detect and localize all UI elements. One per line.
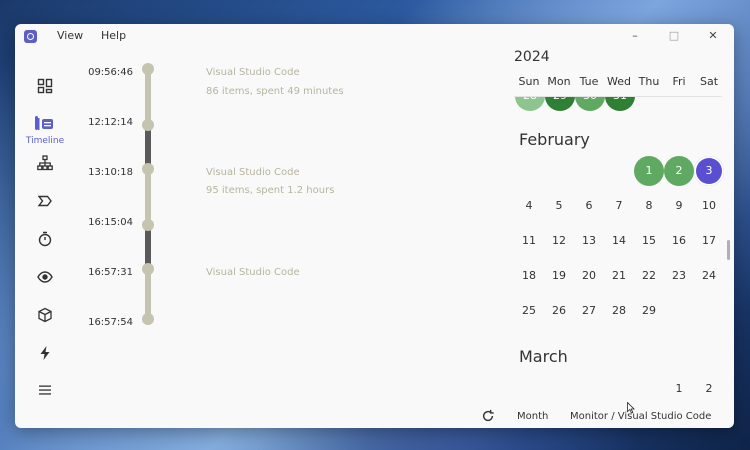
view-mode-selector[interactable]: Month — [517, 411, 548, 422]
sidebar-item-menu[interactable] — [29, 378, 61, 402]
timeline-icon — [38, 118, 53, 130]
weekday-label: Fri — [672, 75, 686, 88]
calendar-day[interactable]: 26 — [544, 296, 574, 326]
weekday-label: Sat — [699, 75, 719, 88]
calendar-day[interactable]: 8 — [634, 191, 664, 221]
calendar-day[interactable]: 13 — [574, 226, 604, 256]
timeline-dot[interactable] — [142, 219, 154, 231]
timeline-time: 13:10:18 — [88, 167, 133, 178]
january-partial-row: 28 29 30 31 — [505, 97, 734, 111]
filter-breadcrumb[interactable]: Monitor / Visual Studio Code — [570, 411, 711, 422]
timeline-entry-summary: 86 items, spent 49 minutes — [206, 86, 344, 97]
timeline-entry-title[interactable]: Visual Studio Code — [206, 267, 300, 278]
calendar-day[interactable]: 28 — [515, 97, 545, 111]
app-window: View Help – □ ✕ Timeline 09:56:46 12:12:… — [15, 24, 734, 428]
calendar-day[interactable]: 21 — [604, 261, 634, 291]
menu-help[interactable]: Help — [101, 29, 126, 42]
timeline-entry-title[interactable]: Visual Studio Code — [206, 67, 300, 78]
calendar-day[interactable]: 20 — [574, 261, 604, 291]
sidebar-item-packages[interactable] — [29, 303, 61, 327]
month-title-march: March — [519, 347, 568, 366]
calendar-day[interactable]: 31 — [605, 97, 635, 111]
timeline-time: 16:57:54 — [88, 317, 133, 328]
title-bar: View Help – □ ✕ — [15, 24, 734, 48]
calendar-scrollbar[interactable] — [727, 240, 730, 260]
sidebar-item-hierarchy[interactable] — [29, 151, 61, 175]
weekday-label: Wed — [607, 75, 631, 88]
calendar-day[interactable]: 6 — [574, 191, 604, 221]
calendar-day[interactable]: 1 — [664, 374, 694, 404]
sidebar-item-timeline-label: Timeline — [25, 136, 65, 146]
calendar-day[interactable]: 15 — [634, 226, 664, 256]
calendar-day[interactable]: 2 — [694, 374, 724, 404]
calendar-day[interactable]: 16 — [664, 226, 694, 256]
timeline-dot[interactable] — [142, 63, 154, 75]
timeline-dot[interactable] — [142, 263, 154, 275]
lightning-icon — [40, 346, 50, 360]
minimize-button[interactable]: – — [621, 27, 649, 45]
calendar-day[interactable]: 29 — [545, 97, 575, 111]
timeline-time: 09:56:46 — [88, 67, 133, 78]
hamburger-icon — [39, 385, 51, 395]
calendar-day[interactable]: 27 — [574, 296, 604, 326]
mouse-cursor-icon — [627, 402, 635, 414]
calendar-year: 2024 — [514, 49, 550, 65]
calendar-day[interactable]: 30 — [575, 97, 605, 111]
app-logo-icon — [24, 30, 37, 43]
timeline-time: 12:12:14 — [88, 117, 133, 128]
timeline-dot[interactable] — [142, 163, 154, 175]
timeline-segment — [145, 169, 151, 225]
weekday-label: Tue — [579, 75, 599, 88]
month-title-february: February — [519, 130, 590, 149]
timeline-segment — [145, 269, 151, 319]
stopwatch-icon — [38, 231, 52, 247]
hierarchy-icon — [37, 155, 53, 171]
calendar-day[interactable]: 9 — [664, 191, 694, 221]
calendar-day[interactable]: 23 — [664, 261, 694, 291]
close-button[interactable]: ✕ — [699, 27, 727, 45]
maximize-button[interactable]: □ — [660, 27, 688, 45]
calendar-day[interactable]: 24 — [694, 261, 724, 291]
calendar-day[interactable]: 25 — [514, 296, 544, 326]
calendar-day[interactable]: 18 — [514, 261, 544, 291]
timeline-time: 16:15:04 — [88, 217, 133, 228]
calendar-day[interactable]: 7 — [604, 191, 634, 221]
sidebar-item-monitor[interactable] — [29, 265, 61, 289]
timeline-time: 16:57:31 — [88, 267, 133, 278]
calendar-day[interactable]: 5 — [544, 191, 574, 221]
refresh-icon[interactable] — [481, 409, 495, 423]
weekday-label: Sun — [518, 75, 540, 88]
timeline-entry-summary: 95 items, spent 1.2 hours — [206, 185, 335, 196]
calendar-day[interactable]: 17 — [694, 226, 724, 256]
calendar-day[interactable]: 12 — [544, 226, 574, 256]
calendar-day[interactable]: 14 — [604, 226, 634, 256]
sidebar-item-tags[interactable] — [29, 189, 61, 213]
sidebar-item-dashboard[interactable] — [29, 74, 61, 98]
calendar-day[interactable]: 29 — [634, 296, 664, 326]
menu-view[interactable]: View — [57, 29, 83, 42]
timeline-dot[interactable] — [142, 119, 154, 131]
sidebar-item-timeline[interactable] — [29, 112, 61, 136]
calendar-day[interactable]: 28 — [604, 296, 634, 326]
weekday-label: Thu — [638, 75, 660, 88]
weekday-label: Mon — [547, 75, 571, 88]
sidebar-item-timer[interactable] — [29, 227, 61, 251]
tag-icon — [37, 195, 52, 207]
timeline-dot[interactable] — [142, 313, 154, 325]
eye-icon — [37, 271, 53, 283]
calendar-day[interactable]: 1 — [634, 156, 664, 186]
calendar-day[interactable]: 22 — [634, 261, 664, 291]
timeline-segment — [145, 69, 151, 125]
calendar-day[interactable]: 11 — [514, 226, 544, 256]
calendar-day[interactable]: 2 — [664, 156, 694, 186]
cube-icon — [38, 307, 52, 323]
sidebar-item-automation[interactable] — [29, 341, 61, 365]
calendar-day-selected[interactable]: 3 — [694, 156, 724, 186]
timeline-entry-title[interactable]: Visual Studio Code — [206, 167, 300, 178]
calendar-day[interactable]: 10 — [694, 191, 724, 221]
calendar-day[interactable]: 4 — [514, 191, 544, 221]
grid-icon — [37, 78, 53, 94]
calendar-day[interactable]: 19 — [544, 261, 574, 291]
